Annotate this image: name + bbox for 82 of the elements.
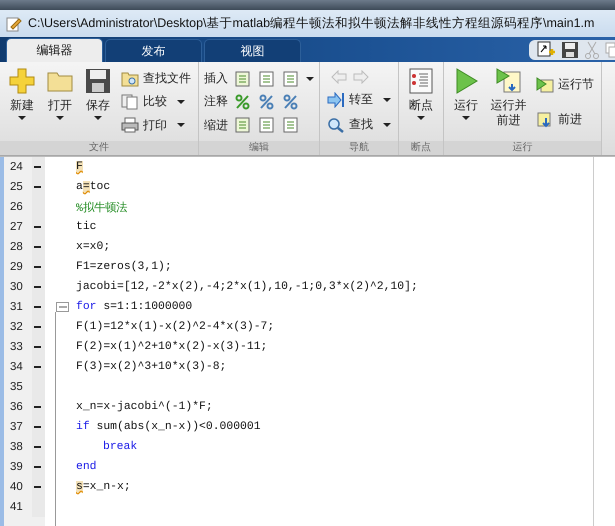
line-number: 39 bbox=[9, 460, 24, 475]
ribbon-tab[interactable]: 发布 bbox=[105, 39, 202, 62]
ribbon-tab[interactable]: 编辑器 bbox=[6, 38, 103, 62]
ribbon-button[interactable]: 打开 bbox=[43, 65, 77, 141]
editing-tool-icon[interactable] bbox=[234, 70, 252, 87]
code-line: jacobi=[12,-2*x(2),-4;2*x(1),10,-1;0,3*x(2)^2,10]; bbox=[76, 281, 418, 293]
editing-tool-icon[interactable] bbox=[258, 94, 276, 110]
ribbon-group-label: 文件 bbox=[0, 141, 198, 155]
ribbon-row-label: 插入 bbox=[204, 70, 228, 88]
code-line: break bbox=[102, 441, 138, 453]
line-number: 40 bbox=[9, 480, 24, 495]
code-line: x=x0; bbox=[76, 241, 110, 253]
line-number: 27 bbox=[9, 220, 24, 235]
code-line: %拟牛顿法 bbox=[76, 200, 127, 214]
plus-icon bbox=[8, 67, 36, 95]
ribbon-button[interactable]: 查找 bbox=[325, 115, 393, 134]
document-pencil-icon bbox=[6, 16, 22, 32]
ribbon-button[interactable]: 前进 bbox=[534, 110, 596, 129]
small-tool-icon bbox=[121, 117, 139, 134]
line-number: 28 bbox=[9, 240, 24, 255]
line-number: 31 bbox=[9, 300, 24, 315]
small-tool-icon bbox=[327, 92, 345, 108]
editing-tool-icon[interactable] bbox=[282, 94, 300, 110]
editing-tool-icon[interactable] bbox=[234, 117, 252, 134]
code-line: if sum(abs(x_n-x))<0.000001 bbox=[76, 421, 261, 433]
ribbon-button[interactable]: 运行节 bbox=[534, 75, 596, 94]
code-line: F(1)=12*x(1)-x(2)^2-4*x(3)-7; bbox=[76, 321, 274, 333]
line-number: 25 bbox=[9, 180, 24, 195]
code-line: s=x_n-x; bbox=[76, 481, 131, 493]
small-tool-icon bbox=[536, 76, 554, 92]
ribbon-button[interactable]: 运行 bbox=[449, 65, 483, 141]
ribbon-tab[interactable]: 视图 bbox=[204, 39, 301, 62]
code-line: x_n=x-jacobi^(-1)*F; bbox=[76, 401, 213, 413]
ribbon-group-label: 断点 bbox=[399, 141, 443, 155]
dropdown-caret-icon[interactable] bbox=[306, 76, 314, 81]
editing-tool-icon[interactable] bbox=[258, 117, 276, 134]
line-number: 32 bbox=[9, 320, 24, 335]
ribbon-button[interactable]: 保存 bbox=[81, 65, 115, 141]
ribbon-button[interactable]: 运行并前进 bbox=[487, 65, 530, 141]
small-tool-icon bbox=[121, 70, 139, 87]
ribbon-button[interactable]: 比较 bbox=[119, 92, 193, 112]
code-line: tic bbox=[76, 221, 97, 233]
ribbon-group-label: 导航 bbox=[320, 141, 398, 155]
editing-tool-icon[interactable] bbox=[258, 70, 276, 87]
editing-tool-icon[interactable] bbox=[234, 94, 252, 110]
ribbon-button[interactable]: 新建 bbox=[5, 65, 39, 141]
window-title: C:\Users\Administrator\Desktop\基于matlab编程牛顿法和拟牛顿法解非线性方程组源码程序\main1.m bbox=[28, 15, 594, 32]
line-number: 38 bbox=[9, 440, 24, 455]
code-line: a=toc bbox=[76, 181, 110, 193]
ribbon-row-label: 缩进 bbox=[204, 116, 228, 134]
line-number: 37 bbox=[9, 420, 24, 435]
line-number: 35 bbox=[9, 380, 24, 395]
line-number: 26 bbox=[9, 200, 24, 215]
copy-icon[interactable] bbox=[605, 40, 615, 58]
line-number: 36 bbox=[9, 400, 24, 415]
ribbon-button[interactable]: 转至 bbox=[325, 90, 393, 109]
editing-tool-icon[interactable] bbox=[282, 117, 300, 134]
cut-icon[interactable] bbox=[585, 40, 599, 58]
code-line: for s=1:1:1000000 bbox=[76, 301, 192, 313]
ribbon-button[interactable]: 断点 bbox=[404, 65, 438, 141]
ribbon-group-label: 编辑 bbox=[199, 141, 319, 155]
line-number: 30 bbox=[9, 280, 24, 295]
small-tool-icon bbox=[121, 94, 139, 110]
line-number: 24 bbox=[9, 160, 24, 175]
new-document-icon[interactable] bbox=[537, 40, 555, 58]
line-number: 29 bbox=[9, 260, 24, 275]
ribbon-button[interactable]: 打印 bbox=[119, 116, 193, 135]
code-line: end bbox=[76, 461, 97, 473]
ribbon-row-label: 注释 bbox=[204, 93, 228, 110]
code-line: F(3)=x(2)^3+10*x(3)-8; bbox=[76, 361, 226, 373]
line-number: 41 bbox=[9, 500, 24, 515]
save-icon[interactable] bbox=[561, 40, 579, 58]
code-line: F(2)=x(1)^2+10*x(2)-x(3)-11; bbox=[76, 341, 268, 353]
ribbon-group-label: 运行 bbox=[444, 141, 602, 155]
line-number: 33 bbox=[9, 340, 24, 355]
small-tool-icon bbox=[327, 116, 345, 132]
ribbon-button[interactable]: 查找文件 bbox=[119, 69, 193, 88]
line-number: 34 bbox=[9, 360, 24, 375]
code-line: F1=zeros(3,1); bbox=[76, 261, 172, 273]
editing-tool-icon[interactable] bbox=[282, 70, 300, 87]
breakpoint-list-icon bbox=[407, 67, 435, 95]
play-document-icon bbox=[494, 67, 523, 95]
